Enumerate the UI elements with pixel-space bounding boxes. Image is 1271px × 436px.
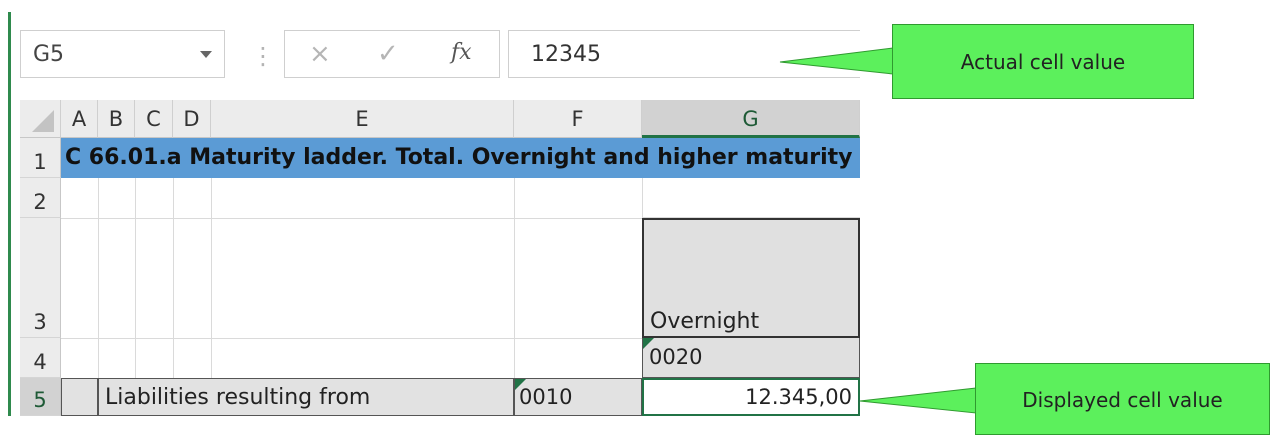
displayed-value-callout: Displayed cell value (975, 363, 1270, 435)
actual-callout-pointer (779, 47, 894, 75)
displayed-callout-pointer (859, 387, 977, 414)
actual-value-callout: Actual cell value (892, 24, 1194, 99)
